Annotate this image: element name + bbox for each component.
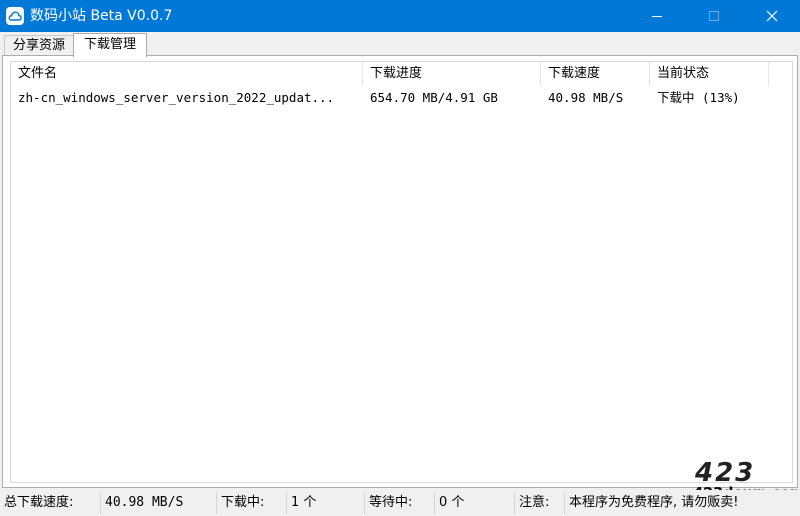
waiting-count: 0 个 <box>434 492 514 514</box>
column-header-speed[interactable]: 下载速度 <box>541 62 650 86</box>
list-item[interactable]: zh-cn_windows_server_version_2022_updat.… <box>11 87 792 109</box>
download-progress: 654.70 MB/4.91 GB <box>370 90 498 105</box>
tab-strip: 分享资源 下载管理 <box>0 32 800 57</box>
waiting-label: 等待中: <box>364 492 434 514</box>
download-panel: 文件名 下载进度 下载速度 当前状态 zh-cn_windows_server_… <box>2 55 798 488</box>
close-button[interactable] <box>743 0 800 32</box>
window-title: 数码小站 Beta V0.0.7 <box>30 8 173 24</box>
downloading-count: 1 个 <box>286 492 364 514</box>
total-speed-value: 40.98 MB/S <box>100 492 216 514</box>
list-header: 文件名 下载进度 下载速度 当前状态 <box>11 62 792 86</box>
notice-text: 本程序为免费程序, 请勿贩卖! <box>564 492 800 514</box>
download-status: 下载中 (13%) <box>657 90 740 105</box>
download-list[interactable]: 文件名 下载进度 下载速度 当前状态 zh-cn_windows_server_… <box>10 61 793 483</box>
close-icon <box>766 10 777 22</box>
downloading-label: 下载中: <box>216 492 286 514</box>
total-speed-label: 总下载速度: <box>4 495 74 510</box>
column-header-filename[interactable]: 文件名 <box>11 62 363 86</box>
cloud-icon <box>6 7 24 25</box>
status-bar: 总下载速度: 40.98 MB/S 下载中: 1 个 等待中: 0 个 注意: … <box>0 490 800 516</box>
file-name: zh-cn_windows_server_version_2022_updat.… <box>18 90 335 105</box>
minimize-icon <box>652 15 662 17</box>
tab-share-resources[interactable]: 分享资源 <box>4 35 74 56</box>
download-speed: 40.98 MB/S <box>548 90 624 105</box>
maximize-icon <box>709 10 719 21</box>
maximize-button[interactable] <box>686 0 743 32</box>
title-bar[interactable]: 数码小站 Beta V0.0.7 <box>0 0 800 32</box>
column-header-progress[interactable]: 下载进度 <box>363 62 541 86</box>
column-header-status[interactable]: 当前状态 <box>650 62 769 86</box>
minimize-button[interactable] <box>629 0 686 32</box>
notice-label: 注意: <box>514 492 564 514</box>
tab-download-manager[interactable]: 下载管理 <box>73 33 147 57</box>
